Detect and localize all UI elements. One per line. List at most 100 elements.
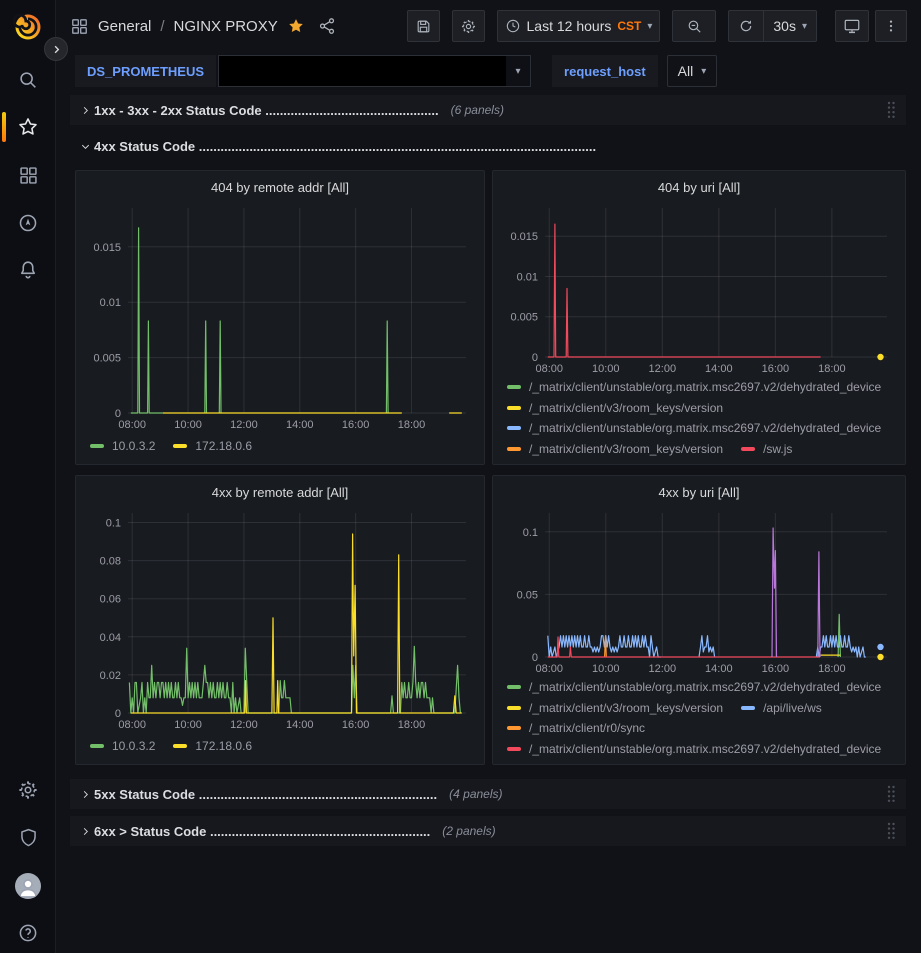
refresh-controls: 30s ▾ [728, 10, 817, 42]
legend-series-name: /_matrix/client/unstable/org.matrix.msc2… [529, 380, 881, 394]
chevron-down-icon: ▾ [802, 21, 807, 32]
chart-legend: 10.0.3.2 172.18.0.6 [84, 433, 476, 457]
row-drag-handle[interactable] [886, 784, 900, 804]
legend-series-name: 172.18.0.6 [195, 439, 252, 453]
timeseries-chart[interactable]: 08:0010:0012:0014:0016:0018:0000.020.040… [84, 505, 476, 733]
svg-text:10:00: 10:00 [592, 363, 620, 375]
zoom-out-time-button[interactable] [672, 10, 716, 42]
favorite-star-icon[interactable] [287, 17, 305, 35]
svg-text:18:00: 18:00 [818, 363, 846, 375]
user-avatar[interactable] [0, 866, 56, 906]
time-range-picker[interactable]: Last 12 hours CST ▾ [497, 10, 661, 42]
svg-text:16:00: 16:00 [762, 663, 790, 675]
timeseries-chart[interactable]: 08:0010:0012:0014:0016:0018:0000.050.1 [501, 505, 897, 677]
row-4xx[interactable]: 4xx Status Code ........................… [70, 132, 906, 160]
svg-text:0.015: 0.015 [93, 242, 121, 254]
sidebar-item-configuration[interactable] [0, 770, 56, 810]
svg-text:08:00: 08:00 [118, 419, 146, 431]
legend-item[interactable]: 172.18.0.6 [173, 435, 252, 457]
svg-text:18:00: 18:00 [398, 719, 426, 731]
row-panel-count: (4 panels) [449, 787, 502, 801]
panel-title[interactable]: 404 by remote addr [All] [84, 176, 476, 200]
datasource-variable-label[interactable]: DS_PROMETHEUS [75, 55, 216, 87]
chevron-right-icon [76, 826, 94, 837]
avatar [15, 873, 41, 899]
svg-text:0: 0 [532, 652, 538, 664]
main-area: General / NGINX PROXY Last 12 hours [56, 0, 921, 953]
row-6xx[interactable]: 6xx > Status Code ......................… [70, 816, 906, 846]
help-icon[interactable] [0, 913, 56, 953]
panel-title[interactable]: 4xx by uri [All] [501, 481, 897, 505]
svg-text:0.005: 0.005 [510, 312, 538, 324]
search-icon[interactable] [0, 60, 56, 100]
timeseries-chart[interactable]: 08:0010:0012:0014:0016:0018:0000.0050.01… [84, 200, 476, 433]
row-title[interactable]: 6xx > Status Code ......................… [94, 824, 430, 839]
save-dashboard-button[interactable] [407, 10, 440, 42]
sidebar-item-starred[interactable] [0, 107, 56, 147]
sidebar-item-explore[interactable] [0, 203, 56, 243]
datasource-variable-select[interactable]: ▾ [218, 55, 531, 87]
sidebar-item-alerting[interactable] [0, 250, 56, 290]
svg-text:14:00: 14:00 [705, 663, 733, 675]
chart-legend: /_matrix/client/unstable/org.matrix.msc2… [501, 677, 897, 757]
legend-series-name: 10.0.3.2 [112, 739, 155, 753]
request-host-variable-select[interactable]: All ▾ [667, 55, 718, 87]
legend-item[interactable]: /_matrix/client/unstable/org.matrix.msc2… [507, 379, 881, 395]
header-toolbar: Last 12 hours CST ▾ 30s ▾ [407, 10, 907, 42]
legend-series-color [741, 447, 755, 451]
refresh-interval-dropdown[interactable]: 30s ▾ [763, 10, 817, 42]
legend-item[interactable]: /api/live/ws [741, 700, 822, 716]
svg-text:18:00: 18:00 [818, 663, 846, 675]
legend-item[interactable]: /_matrix/client/v3/room_keys/version [507, 700, 723, 716]
legend-item[interactable]: 172.18.0.6 [173, 735, 252, 757]
grafana-logo-icon[interactable] [13, 12, 43, 42]
svg-text:18:00: 18:00 [398, 419, 426, 431]
breadcrumb-folder[interactable]: General [98, 18, 151, 35]
legend-item[interactable]: /_matrix/client/r0/sync [507, 721, 645, 737]
panel-title[interactable]: 4xx by remote addr [All] [84, 481, 476, 505]
svg-text:10:00: 10:00 [174, 419, 202, 431]
row-drag-handle[interactable] [886, 100, 900, 120]
kebab-menu-button[interactable] [875, 10, 907, 42]
legend-item[interactable]: /_matrix/client/unstable/org.matrix.msc2… [507, 741, 881, 757]
panel-title[interactable]: 404 by uri [All] [501, 176, 897, 200]
legend-series-color [741, 706, 755, 710]
row-title[interactable]: 5xx Status Code ........................… [94, 787, 437, 802]
request-host-variable-label[interactable]: request_host [552, 55, 658, 87]
svg-text:0.02: 0.02 [100, 670, 121, 682]
legend-item[interactable]: 10.0.3.2 [90, 735, 155, 757]
legend-item[interactable]: /_matrix/client/unstable/org.matrix.msc2… [507, 421, 881, 437]
share-icon[interactable] [318, 17, 336, 35]
legend-series-color [90, 444, 104, 448]
legend-item[interactable]: 10.0.3.2 [90, 435, 155, 457]
sidebar-item-server-admin[interactable] [0, 817, 56, 857]
tv-mode-button[interactable] [835, 10, 869, 42]
legend-item[interactable]: /sw.js [741, 441, 792, 457]
svg-text:0.01: 0.01 [100, 297, 121, 309]
row-5xx[interactable]: 5xx Status Code ........................… [70, 779, 906, 809]
sidebar-item-dashboards[interactable] [0, 155, 56, 195]
panel-4xx-by-uri: 4xx by uri [All] 08:0010:0012:0014:0016:… [492, 475, 906, 765]
legend-item[interactable]: /_matrix/client/v3/room_keys/version [507, 441, 723, 457]
legend-series-color [507, 385, 521, 389]
svg-text:08:00: 08:00 [535, 363, 563, 375]
clock-icon [505, 18, 521, 34]
legend-series-color [173, 744, 187, 748]
sidebar-expand-button[interactable] [44, 37, 68, 61]
chart-legend: /_matrix/client/unstable/org.matrix.msc2… [501, 377, 897, 457]
legend-series-name: /_matrix/client/unstable/org.matrix.msc2… [529, 680, 881, 694]
svg-text:12:00: 12:00 [649, 363, 677, 375]
row-1xx-3xx-2xx[interactable]: 1xx - 3xx - 2xx Status Code ............… [70, 95, 906, 125]
row-title[interactable]: 1xx - 3xx - 2xx Status Code ............… [94, 103, 439, 118]
legend-item[interactable]: /_matrix/client/v3/room_keys/version [507, 400, 723, 416]
legend-series-name: 10.0.3.2 [112, 439, 155, 453]
timeseries-chart[interactable]: 08:0010:0012:0014:0016:0018:0000.0050.01… [501, 200, 897, 377]
legend-item[interactable]: /_matrix/client/unstable/org.matrix.msc2… [507, 679, 881, 695]
row-title[interactable]: 4xx Status Code ........................… [94, 139, 596, 154]
refresh-interval-value: 30s [773, 18, 796, 34]
svg-text:08:00: 08:00 [535, 663, 563, 675]
refresh-button[interactable] [728, 10, 763, 42]
dashboard-title[interactable]: NGINX PROXY [174, 18, 278, 35]
row-drag-handle[interactable] [886, 821, 900, 841]
dashboard-settings-button[interactable] [452, 10, 485, 42]
